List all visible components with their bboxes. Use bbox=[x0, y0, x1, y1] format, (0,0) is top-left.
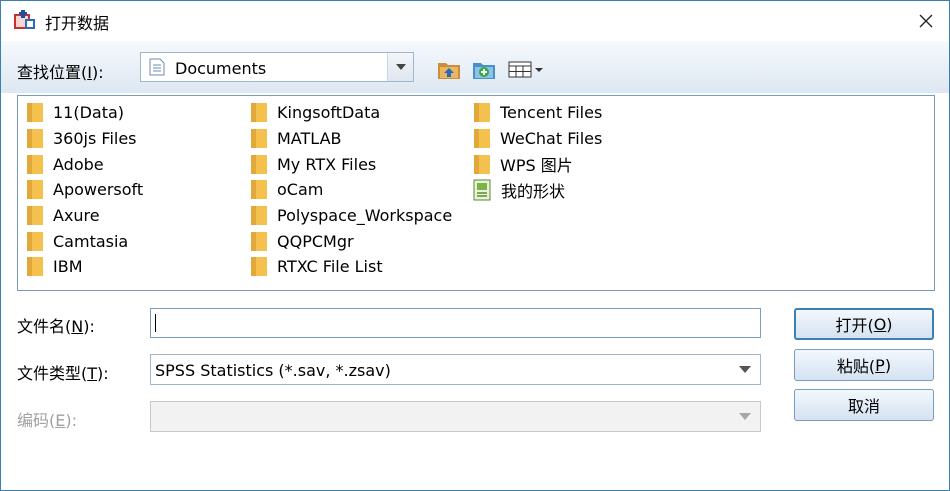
shapes-icon bbox=[473, 179, 491, 201]
toolbar: 查找位置(I): Documents bbox=[1, 41, 949, 93]
open-button[interactable]: 打开(O) bbox=[794, 308, 934, 340]
folder-item[interactable]: Camtasia bbox=[18, 228, 143, 254]
folder-icon bbox=[27, 231, 43, 251]
view-menu-icon bbox=[508, 61, 543, 78]
app-icon bbox=[14, 10, 35, 29]
paste-button[interactable]: 粘贴(P) bbox=[794, 349, 934, 381]
look-in-label: 查找位置(I): bbox=[17, 63, 104, 82]
folder-item[interactable]: Polyspace_Workspace bbox=[242, 203, 452, 229]
filetype-value: SPSS Statistics (*.sav, *.zsav) bbox=[155, 361, 391, 380]
new-folder-icon bbox=[473, 63, 495, 79]
folder-item[interactable]: Adobe bbox=[18, 151, 143, 177]
close-button[interactable] bbox=[903, 1, 949, 41]
filename-input[interactable] bbox=[150, 308, 761, 338]
file-column-3: Tencent Files WeChat Files WPS 图片 我的形状 bbox=[465, 100, 602, 203]
cancel-button[interactable]: 取消 bbox=[794, 389, 934, 421]
view-menu-button[interactable] bbox=[507, 57, 545, 81]
filename-label: 文件名(N): bbox=[17, 317, 95, 336]
folder-item[interactable]: oCam bbox=[242, 177, 452, 203]
folder-item[interactable]: IBM bbox=[18, 254, 143, 280]
folder-icon bbox=[27, 257, 43, 277]
filetype-dropdown[interactable]: SPSS Statistics (*.sav, *.zsav) bbox=[150, 354, 761, 385]
folder-icon bbox=[474, 103, 490, 123]
up-folder-button[interactable] bbox=[436, 57, 462, 81]
folder-icon bbox=[251, 129, 267, 149]
folder-icon bbox=[474, 129, 490, 149]
encoding-arrow bbox=[730, 402, 760, 431]
folder-item[interactable]: WeChat Files bbox=[465, 126, 602, 152]
up-folder-icon bbox=[438, 63, 460, 79]
text-caret bbox=[155, 314, 156, 332]
filetype-arrow[interactable] bbox=[730, 355, 760, 384]
folder-icon bbox=[27, 206, 43, 226]
title-bar: 打开数据 bbox=[1, 1, 949, 41]
filetype-label: 文件类型(T): bbox=[17, 364, 109, 383]
folder-icon bbox=[251, 257, 267, 277]
folder-item[interactable]: 11(Data) bbox=[18, 100, 143, 126]
folder-item[interactable]: WPS 图片 bbox=[465, 151, 602, 177]
folder-item[interactable]: My RTX Files bbox=[242, 151, 452, 177]
window-title: 打开数据 bbox=[45, 14, 110, 33]
folder-icon bbox=[251, 103, 267, 123]
new-folder-button[interactable] bbox=[471, 57, 497, 81]
folder-icon bbox=[27, 103, 43, 123]
folder-item[interactable]: Tencent Files bbox=[465, 100, 602, 126]
folder-item[interactable]: 360js Files bbox=[18, 126, 143, 152]
folder-icon bbox=[27, 129, 43, 149]
folder-item[interactable]: MATLAB bbox=[242, 126, 452, 152]
folder-icon bbox=[251, 180, 267, 200]
folder-item[interactable]: KingsoftData bbox=[242, 100, 452, 126]
folder-icon bbox=[27, 154, 43, 174]
encoding-label: 编码(E): bbox=[17, 411, 77, 430]
folder-icon bbox=[474, 154, 490, 174]
folder-icon bbox=[27, 180, 43, 200]
file-list[interactable]: 11(Data) 360js Files Adobe Apowersoft Ax… bbox=[17, 95, 935, 291]
chevron-down-icon bbox=[395, 64, 406, 70]
folder-icon bbox=[251, 206, 267, 226]
file-column-1: 11(Data) 360js Files Adobe Apowersoft Ax… bbox=[18, 100, 143, 280]
look-in-value: Documents bbox=[175, 59, 267, 78]
folder-item[interactable]: Axure bbox=[18, 203, 143, 229]
chevron-down-icon bbox=[739, 366, 751, 373]
look-in-arrow[interactable] bbox=[387, 53, 413, 81]
encoding-dropdown bbox=[150, 401, 761, 432]
document-icon bbox=[149, 58, 165, 76]
file-column-2: KingsoftData MATLAB My RTX Files oCam Po… bbox=[242, 100, 452, 280]
folder-icon bbox=[251, 154, 267, 174]
look-in-dropdown[interactable]: Documents bbox=[140, 52, 414, 82]
folder-icon bbox=[251, 231, 267, 251]
close-icon bbox=[919, 14, 933, 28]
folder-item[interactable]: QQPCMgr bbox=[242, 228, 452, 254]
folder-item[interactable]: RTXC File List bbox=[242, 254, 452, 280]
shapes-item[interactable]: 我的形状 bbox=[465, 177, 602, 203]
open-data-dialog: 打开数据 查找位置(I): Documents 11(Data) 360js F… bbox=[0, 0, 950, 491]
chevron-down-icon bbox=[739, 413, 751, 420]
folder-item[interactable]: Apowersoft bbox=[18, 177, 143, 203]
